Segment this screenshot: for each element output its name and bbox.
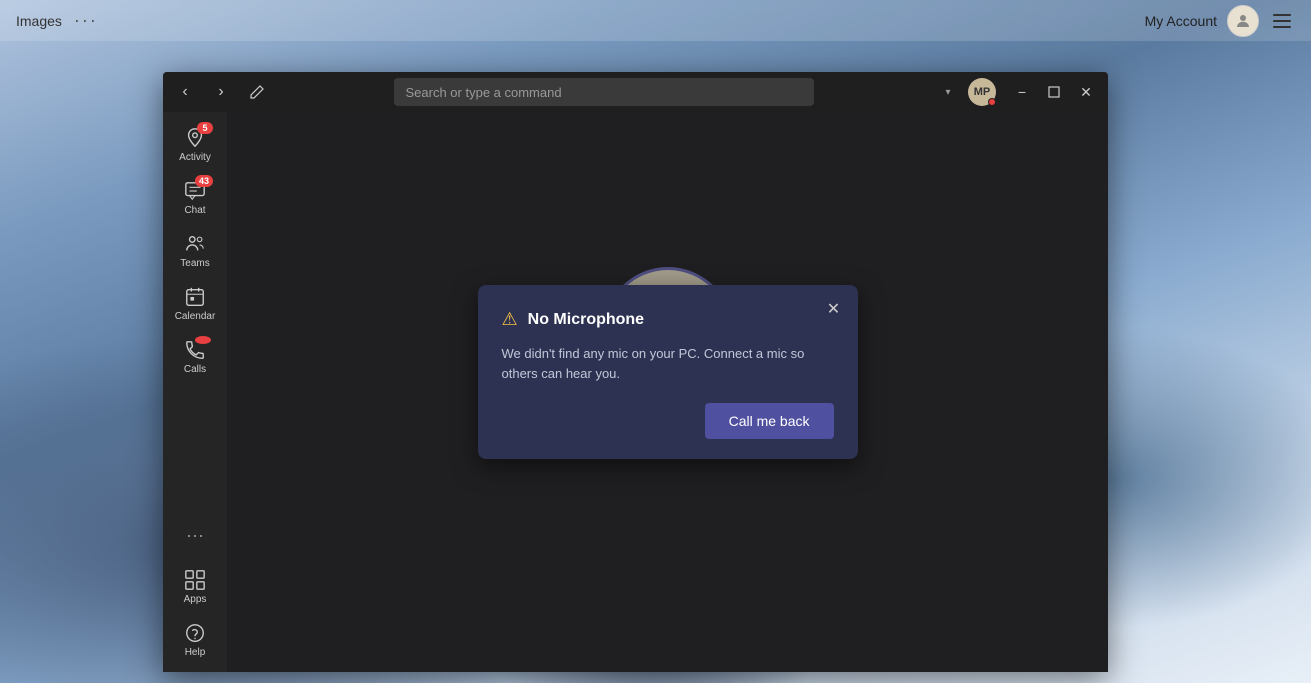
dialog-title: ⚠ No Microphone xyxy=(502,309,834,330)
taskbar: Images ··· My Account xyxy=(0,0,1311,41)
title-bar: ‹ › Search or type a command ▾ MP − ✕ xyxy=(163,72,1108,112)
avatar-initials: MP xyxy=(974,86,991,98)
help-label: Help xyxy=(185,647,206,658)
taskbar-images-label[interactable]: Images xyxy=(16,13,62,29)
my-account-label[interactable]: My Account xyxy=(1145,13,1217,29)
sidebar-item-activity[interactable]: 5 Activity xyxy=(169,120,221,169)
dialog-title-text: No Microphone xyxy=(528,311,644,329)
call-me-back-button[interactable]: Call me back xyxy=(705,403,834,439)
chat-badge: 43 xyxy=(195,175,213,187)
apps-icon xyxy=(183,568,207,592)
sidebar-item-apps[interactable]: Apps xyxy=(169,562,221,611)
my-account-avatar[interactable] xyxy=(1227,5,1259,37)
dialog-overlay: ✕ ⚠ No Microphone We didn't find any mic… xyxy=(227,112,1108,672)
taskbar-menu-button[interactable] xyxy=(1269,10,1295,32)
teams-window: ‹ › Search or type a command ▾ MP − ✕ xyxy=(163,72,1108,672)
search-dropdown-icon[interactable]: ▾ xyxy=(936,78,960,106)
teams-main: 5 Activity 43 Chat xyxy=(163,112,1108,672)
avatar-status-indicator xyxy=(988,98,996,106)
sidebar-item-more[interactable]: ··· xyxy=(169,513,221,558)
no-microphone-dialog: ✕ ⚠ No Microphone We didn't find any mic… xyxy=(478,285,858,459)
restore-button[interactable] xyxy=(1040,78,1068,106)
taskbar-left: Images ··· xyxy=(16,10,98,31)
calendar-label: Calendar xyxy=(175,311,216,322)
more-icon: ··· xyxy=(180,519,210,552)
search-bar[interactable]: Search or type a command xyxy=(394,78,814,106)
teams-icon xyxy=(183,232,207,256)
sidebar-item-help[interactable]: Help xyxy=(169,615,221,664)
minimize-button[interactable]: − xyxy=(1008,78,1036,106)
teams-label: Teams xyxy=(180,258,209,269)
apps-label: Apps xyxy=(184,594,207,605)
calls-icon xyxy=(183,338,207,362)
help-icon xyxy=(183,621,207,645)
taskbar-more-options[interactable]: ··· xyxy=(74,10,98,31)
calls-badge xyxy=(195,336,211,344)
taskbar-right: My Account xyxy=(1145,5,1295,37)
sidebar-item-calls[interactable]: Calls xyxy=(169,332,221,381)
dialog-actions: Call me back xyxy=(502,403,834,439)
compose-icon[interactable] xyxy=(243,78,271,106)
dialog-close-button[interactable]: ✕ xyxy=(822,297,846,321)
user-avatar-button[interactable]: MP xyxy=(968,78,996,106)
search-placeholder: Search or type a command xyxy=(406,85,562,100)
sidebar-item-chat[interactable]: 43 Chat xyxy=(169,173,221,222)
close-button[interactable]: ✕ xyxy=(1072,78,1100,106)
content-area: ✕ ⚠ No Microphone We didn't find any mic… xyxy=(227,112,1108,672)
warning-icon: ⚠ xyxy=(502,309,518,330)
chat-icon: 43 xyxy=(183,179,207,203)
activity-icon: 5 xyxy=(183,126,207,150)
sidebar-item-calendar[interactable]: Calendar xyxy=(169,279,221,328)
window-controls: − ✕ xyxy=(1008,78,1100,106)
sidebar-item-teams[interactable]: Teams xyxy=(169,226,221,275)
activity-badge: 5 xyxy=(197,122,213,134)
dialog-body-text: We didn't find any mic on your PC. Conne… xyxy=(502,344,834,383)
activity-label: Activity xyxy=(179,152,211,163)
forward-button[interactable]: › xyxy=(207,78,235,106)
back-button[interactable]: ‹ xyxy=(171,78,199,106)
calls-label: Calls xyxy=(184,364,206,375)
chat-label: Chat xyxy=(184,205,205,216)
calendar-icon xyxy=(183,285,207,309)
sidebar: 5 Activity 43 Chat xyxy=(163,112,227,672)
